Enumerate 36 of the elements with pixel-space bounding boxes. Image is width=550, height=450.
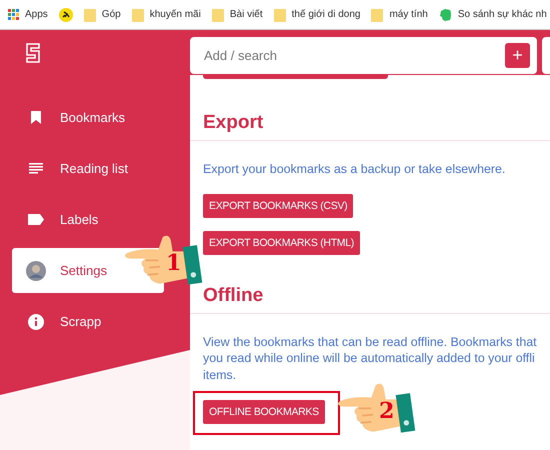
folder-icon bbox=[84, 8, 96, 22]
bookmark-icon bbox=[31, 111, 41, 124]
avatar-icon bbox=[26, 260, 46, 280]
folder-icon bbox=[212, 8, 224, 22]
label-icon bbox=[28, 214, 44, 225]
action-button[interactable]: EXPORT BOOKMARKS (CSV) bbox=[203, 194, 354, 218]
bookmark-link[interactable]: So sánh sự khác nh bbox=[458, 9, 547, 20]
bookmark-link[interactable]: khuyến mãi bbox=[150, 9, 201, 20]
sidebar-item[interactable]: Bookmarks bbox=[12, 95, 164, 140]
sidebar-item[interactable]: Scrapp bbox=[12, 299, 164, 344]
bookmark-link[interactable]: Góp bbox=[102, 9, 121, 20]
sidebar-item[interactable]: Reading list bbox=[12, 146, 164, 191]
apps-icon bbox=[8, 9, 19, 20]
step-number: 2 bbox=[379, 400, 394, 422]
folder-icon bbox=[371, 8, 384, 22]
bookmark-link[interactable]: thế giới di dong bbox=[292, 9, 360, 20]
action-button[interactable]: EXPORT BOOKMARKS (HTML) bbox=[203, 230, 360, 254]
add-button[interactable]: + bbox=[505, 43, 530, 68]
folder-icon bbox=[274, 8, 286, 22]
section-heading: Offline bbox=[203, 284, 264, 306]
logo-icon[interactable] bbox=[26, 43, 40, 63]
runner-icon[interactable] bbox=[58, 8, 73, 22]
bookmark-link[interactable]: Apps bbox=[25, 9, 48, 20]
bookmark-link[interactable]: máy tính bbox=[389, 9, 428, 20]
step-number: 1 bbox=[166, 252, 182, 274]
sidebar-item[interactable]: Labels bbox=[12, 197, 164, 242]
action-button[interactable]: OFFLINE BOOKMARKS bbox=[203, 400, 325, 424]
section-heading: Export bbox=[203, 112, 264, 134]
toolbar-button[interactable] bbox=[542, 37, 550, 74]
info-icon bbox=[28, 314, 44, 330]
search-field[interactable]: Add / search + bbox=[190, 37, 537, 74]
section-description: View the bookmarks that can be read offline. Bookmarks that you read while online will be automatically added to your offli items. bbox=[203, 334, 538, 383]
list-icon bbox=[29, 163, 43, 174]
bookmark-link[interactable]: Bài viết bbox=[230, 9, 263, 20]
section-description: Export your bookmarks as a backup or take elsewhere. bbox=[203, 161, 506, 178]
folder-icon bbox=[132, 8, 144, 22]
